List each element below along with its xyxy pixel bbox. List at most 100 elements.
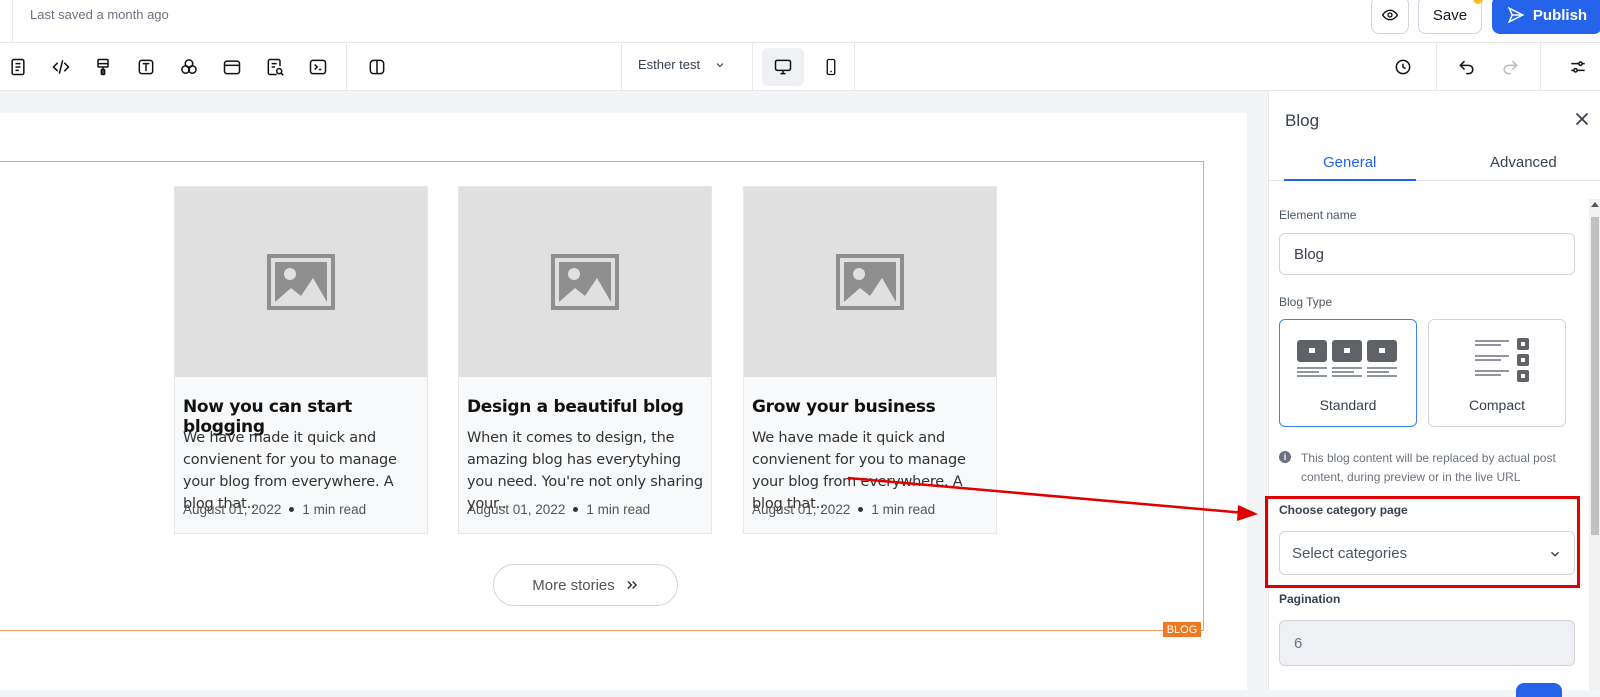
toolbar-divider bbox=[621, 43, 622, 91]
chevron-down-icon bbox=[716, 62, 724, 67]
last-saved-status: Last saved a month ago bbox=[30, 7, 169, 22]
blog-card-date: August 01, 2022 bbox=[467, 502, 566, 517]
document-search-icon bbox=[267, 58, 284, 76]
image-placeholder-icon bbox=[836, 254, 904, 310]
brush-tool[interactable] bbox=[89, 53, 117, 81]
more-stories-label: More stories bbox=[532, 576, 615, 594]
image-placeholder-icon bbox=[551, 254, 619, 310]
code-tool[interactable] bbox=[47, 53, 75, 81]
tab-advanced[interactable]: Advanced bbox=[1490, 154, 1557, 171]
blog-card-date: August 01, 2022 bbox=[183, 502, 282, 517]
blog-card[interactable]: Grow your business We have made it quick… bbox=[743, 186, 997, 534]
panel-toggle[interactable] bbox=[1516, 683, 1562, 697]
separator-dot bbox=[573, 507, 579, 512]
split-view-tool[interactable] bbox=[363, 53, 391, 81]
active-tab-indicator bbox=[1284, 179, 1416, 181]
close-icon[interactable] bbox=[1571, 108, 1593, 130]
toolbar-divider bbox=[1436, 43, 1437, 91]
blog-type-label: Blog Type bbox=[1279, 295, 1333, 309]
blog-card-title: Grow your business bbox=[752, 397, 936, 417]
code-icon bbox=[52, 60, 70, 74]
browser-window-icon bbox=[223, 60, 241, 75]
compact-layout-icon bbox=[1475, 338, 1529, 382]
toolbar-divider bbox=[346, 43, 347, 91]
blog-card-title: Design a beautiful blog bbox=[467, 397, 684, 417]
blog-card-date: August 01, 2022 bbox=[752, 502, 851, 517]
blog-card-read-time: 1 min read bbox=[871, 502, 936, 517]
mobile-icon bbox=[826, 58, 836, 76]
redo-icon bbox=[1503, 60, 1518, 75]
tab-general[interactable]: General bbox=[1323, 154, 1376, 171]
blog-card-image bbox=[175, 187, 427, 377]
desktop-view-button[interactable] bbox=[762, 48, 804, 86]
history-icon bbox=[1395, 59, 1411, 75]
blog-card-meta: August 01, 2022 1 min read bbox=[467, 502, 650, 517]
pages-tool[interactable] bbox=[4, 53, 32, 81]
blog-type-standard-label: Standard bbox=[1319, 397, 1377, 413]
panel-title: Blog bbox=[1285, 111, 1320, 130]
image-placeholder-icon bbox=[267, 254, 335, 310]
undo-icon bbox=[1459, 60, 1474, 75]
blog-card[interactable]: Now you can start blogging We have made … bbox=[174, 186, 428, 534]
blog-type-compact-label: Compact bbox=[1468, 397, 1526, 413]
settings-tool[interactable] bbox=[1564, 53, 1592, 81]
blog-section-tag[interactable]: BLOG bbox=[1163, 622, 1201, 637]
preview-button[interactable] bbox=[1371, 0, 1409, 34]
page-name: Esther test bbox=[638, 57, 701, 72]
seo-tool[interactable] bbox=[261, 53, 289, 81]
layout-tool[interactable] bbox=[218, 53, 246, 81]
toolbar-divider bbox=[854, 43, 855, 91]
shapes-icon bbox=[181, 59, 197, 74]
save-button[interactable]: Save bbox=[1418, 0, 1482, 34]
panel-tabs: General Advanced bbox=[1269, 149, 1600, 181]
scroll-up-icon[interactable] bbox=[1591, 202, 1599, 207]
console-tool[interactable] bbox=[304, 53, 332, 81]
send-icon bbox=[1507, 6, 1525, 24]
separator-dot bbox=[289, 507, 295, 512]
blog-content-info: i This blog content will be replaced by … bbox=[1279, 449, 1579, 487]
blog-card-image bbox=[459, 187, 711, 377]
sliders-icon bbox=[1571, 61, 1585, 73]
more-stories-button[interactable]: More stories bbox=[493, 564, 678, 606]
blog-type-standard[interactable]: Standard bbox=[1279, 319, 1417, 427]
blog-card[interactable]: Design a beautiful blog When it comes to… bbox=[458, 186, 712, 534]
undo-button[interactable] bbox=[1453, 53, 1481, 81]
separator-dot bbox=[858, 507, 864, 512]
top-bar-divider bbox=[12, 0, 13, 43]
settings-panel: Blog General Advanced Element name Blog … bbox=[1268, 91, 1600, 697]
info-icon: i bbox=[1279, 451, 1291, 463]
document-icon bbox=[11, 58, 25, 76]
mobile-view-button[interactable] bbox=[812, 48, 850, 86]
text-icon bbox=[138, 59, 154, 75]
pagination-input[interactable]: 6 bbox=[1279, 620, 1575, 666]
blog-type-compact[interactable]: Compact bbox=[1428, 319, 1566, 427]
columns-icon bbox=[369, 59, 385, 75]
publish-label: Publish bbox=[1532, 6, 1588, 24]
editor-toolbar: Esther test bbox=[0, 43, 1600, 91]
blog-card-read-time: 1 min read bbox=[302, 502, 367, 517]
paint-brush-icon bbox=[97, 58, 109, 76]
scrollbar-thumb[interactable] bbox=[1591, 217, 1599, 535]
page-selector[interactable]: Esther test bbox=[638, 57, 726, 72]
pagination-label: Pagination bbox=[1279, 592, 1341, 606]
blog-card-image bbox=[744, 187, 996, 377]
terminal-icon bbox=[309, 59, 327, 75]
publish-button[interactable]: Publish bbox=[1492, 0, 1600, 34]
elements-tool[interactable] bbox=[175, 53, 203, 81]
panel-scrollbar[interactable] bbox=[1589, 199, 1600, 690]
standard-layout-icon bbox=[1297, 340, 1397, 377]
eye-icon bbox=[1382, 9, 1398, 21]
blog-card-meta: August 01, 2022 1 min read bbox=[752, 502, 935, 517]
top-bar: Last saved a month ago Save Publish bbox=[0, 0, 1600, 43]
desktop-icon bbox=[774, 59, 792, 75]
element-name-input[interactable]: Blog bbox=[1279, 233, 1575, 275]
redo-button[interactable] bbox=[1496, 53, 1524, 81]
double-chevron-right-icon bbox=[627, 580, 637, 590]
text-tool[interactable] bbox=[132, 53, 160, 81]
toolbar-divider bbox=[752, 43, 753, 91]
annotation-highlight-box bbox=[1265, 496, 1580, 588]
element-name-label: Element name bbox=[1279, 208, 1357, 222]
blog-card-meta: August 01, 2022 1 min read bbox=[183, 502, 366, 517]
history-tool[interactable] bbox=[1389, 53, 1417, 81]
blog-card-read-time: 1 min read bbox=[586, 502, 651, 517]
